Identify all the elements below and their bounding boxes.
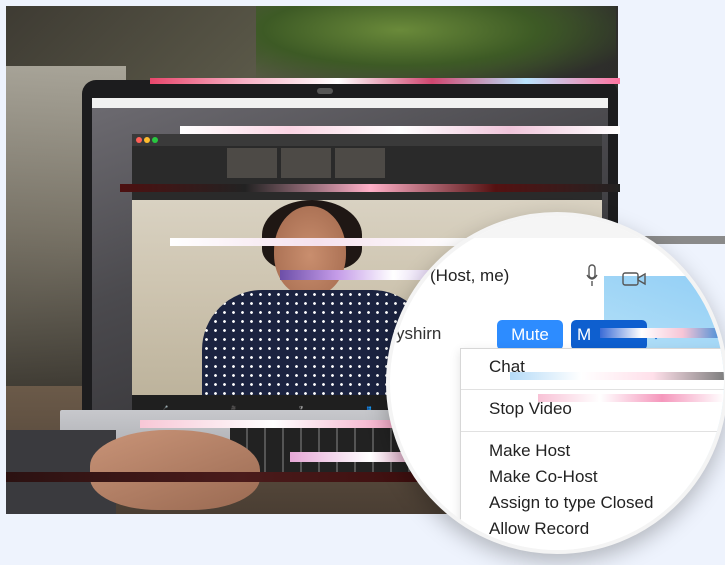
participant-me-label: (Host, me) [430,266,510,285]
mac-menubar [92,98,608,108]
video-toolbar-icon[interactable]: 🎥 [231,405,236,410]
speaker-face [274,206,346,296]
close-window-icon[interactable] [136,137,142,143]
microphone-icon[interactable] [586,264,598,288]
maximize-window-icon[interactable] [152,137,158,143]
menu-item-stop-video[interactable]: Stop Video [489,399,572,419]
glitch-band [600,328,724,338]
glitch-band [180,126,620,134]
menu-item-make-host[interactable]: Make Host [489,441,570,461]
participant-other-label: yshirn [396,324,442,343]
glitch-band [150,78,620,84]
menu-item-assign-type[interactable]: Assign to type Closed [489,493,653,513]
minimize-window-icon[interactable] [144,137,150,143]
participant-thumbnails [227,148,385,178]
window-titlebar [132,134,602,146]
laptop-webcam [317,88,333,94]
video-camera-icon[interactable] [622,271,646,287]
magnified-top-strip [390,216,724,238]
mute-toolbar-icon[interactable]: 🎤 [163,405,168,410]
glitch-band [538,394,724,402]
typing-hand [90,430,260,510]
security-toolbar-icon[interactable]: 🛡 [299,405,304,410]
menu-separator [461,431,724,432]
mute-participant-button[interactable]: Mute [497,320,563,350]
participant-thumbnail[interactable] [281,148,331,178]
participant-thumbnail[interactable] [335,148,385,178]
plant-background [256,6,616,86]
menu-item-allow-record[interactable]: Allow Record [489,519,589,539]
magnifier-circle: (Host, me) yshirn Mute M Chat Stop Video… [386,212,725,554]
participant-thumbnail[interactable] [227,148,277,178]
glitch-band [6,472,476,482]
glitch-band [120,184,620,192]
menu-separator [461,389,724,390]
glitch-band [510,372,724,380]
menu-item-make-cohost[interactable]: Make Co-Host [489,467,598,487]
participants-toolbar-icon[interactable]: 👥 [367,405,372,410]
